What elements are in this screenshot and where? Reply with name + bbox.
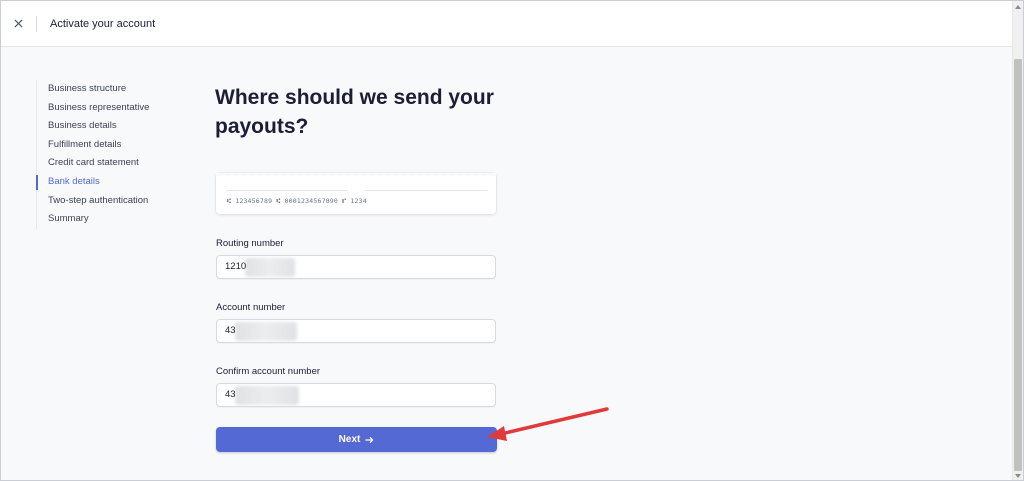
nav-item-credit-card-statement[interactable]: Credit card statement — [37, 154, 149, 173]
account-number-input[interactable]: 43 — [216, 319, 496, 343]
app-window: Activate your account Business structure… — [0, 0, 1024, 481]
close-button[interactable] — [1, 1, 35, 47]
nav-item-two-step-authentication[interactable]: Two-step authentication — [37, 192, 149, 211]
scroll-up-icon[interactable] — [1015, 5, 1021, 9]
check-torn-edge — [216, 173, 496, 177]
nav-item-summary[interactable]: Summary — [37, 210, 149, 229]
account-number-label: Account number — [216, 302, 286, 313]
form-heading: Where should we send your payouts? — [215, 86, 494, 138]
nav-item-business-details[interactable]: Business details — [37, 117, 149, 136]
nav-item-business-representative[interactable]: Business representative — [37, 99, 149, 118]
routing-number-value: 1210 — [225, 261, 247, 272]
redaction-blur — [235, 322, 297, 341]
steps-nav: Business structure Business representati… — [35, 80, 149, 229]
page-title: Activate your account — [50, 17, 156, 30]
nav-item-fulfillment-details[interactable]: Fulfillment details — [37, 136, 149, 155]
check-line — [364, 190, 488, 191]
top-bar: Activate your account — [1, 1, 1013, 47]
redaction-blur — [245, 258, 295, 277]
topbar-divider — [36, 15, 37, 32]
check-micr-numbers: ⑆ 123456789 ⑆ 0001234567890 ⑈ 1234 — [227, 197, 367, 205]
check-line — [226, 190, 348, 191]
confirm-account-number-input[interactable]: 43 — [216, 383, 496, 407]
arrow-right-icon — [365, 436, 374, 443]
scroll-thumb[interactable] — [1014, 59, 1022, 471]
account-number-value: 43 — [225, 325, 236, 336]
confirm-account-number-label: Confirm account number — [216, 366, 321, 377]
close-icon — [13, 19, 23, 28]
vertical-scrollbar[interactable] — [1012, 1, 1023, 480]
scroll-down-icon[interactable] — [1015, 474, 1021, 478]
check-illustration: ⑆ 123456789 ⑆ 0001234567890 ⑈ 1234 — [216, 173, 496, 214]
annotation-arrow — [487, 407, 609, 441]
confirm-account-number-value: 43 — [225, 389, 236, 400]
nav-item-business-structure[interactable]: Business structure — [37, 80, 149, 99]
routing-number-label: Routing number — [216, 238, 284, 249]
routing-number-input[interactable]: 1210 — [216, 255, 496, 279]
next-button-label: Next — [338, 434, 361, 445]
redaction-blur — [235, 386, 299, 405]
nav-item-bank-details[interactable]: Bank details — [35, 173, 149, 192]
next-button[interactable]: Next — [216, 427, 497, 452]
